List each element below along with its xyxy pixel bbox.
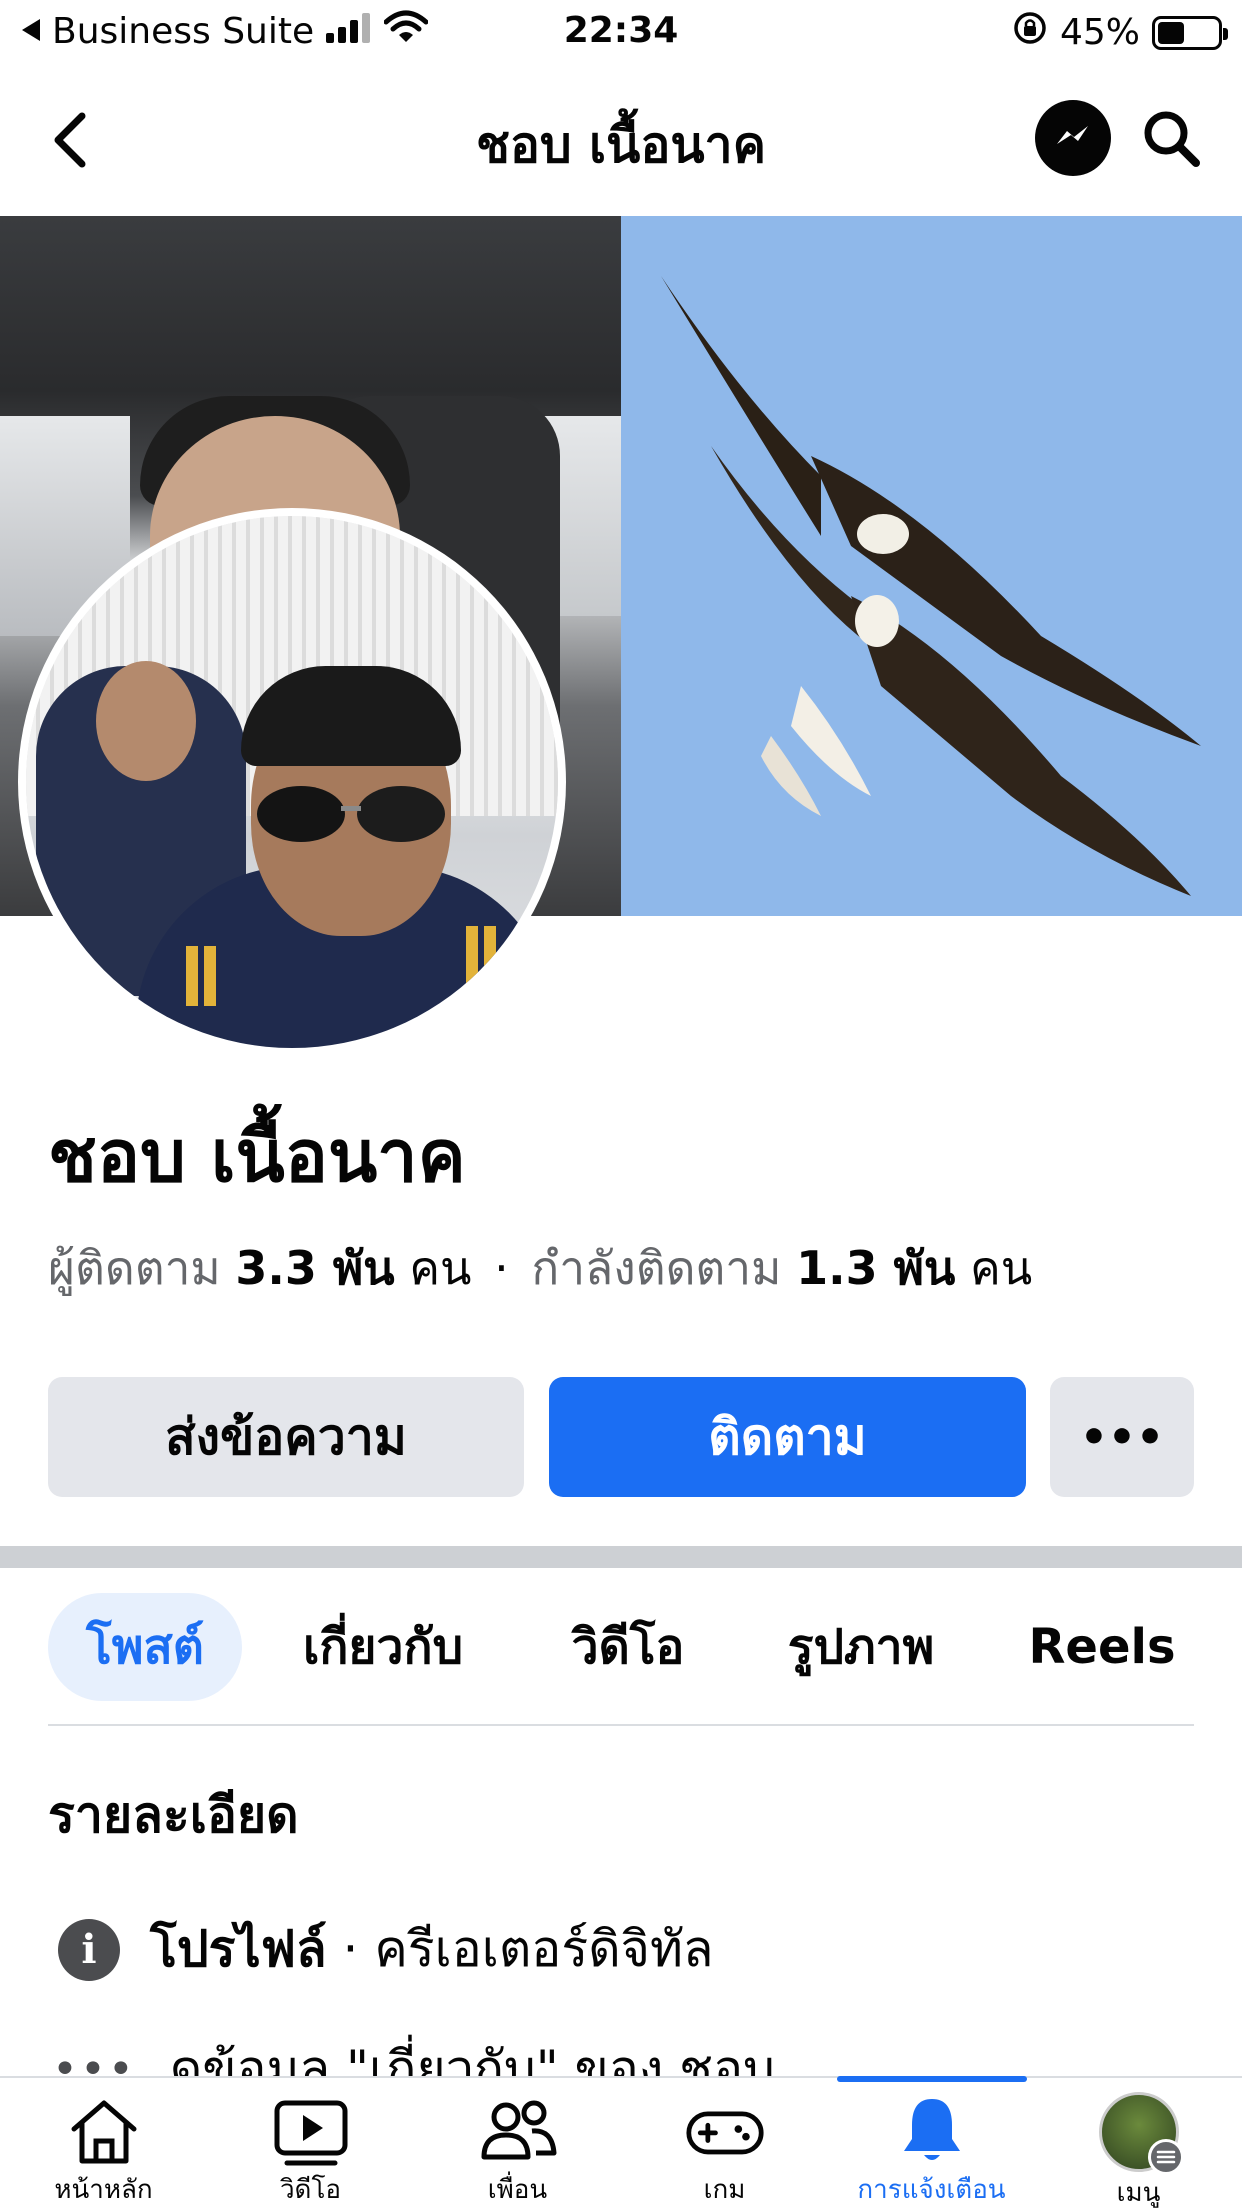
followers-summary[interactable]: ผู้ติดตาม 3.3 พัน คน · กำลังติดตาม 1.3 พ… (48, 1232, 1032, 1305)
followers-separator: · (494, 1241, 509, 1295)
details-heading: รายละเอียด (48, 1786, 299, 1844)
tab-about[interactable]: เกี่ยวกับ (283, 1593, 483, 1701)
follow-button[interactable]: ติดตาม (549, 1377, 1026, 1497)
battery-icon (1152, 15, 1228, 50)
info-icon: i (58, 1918, 120, 1981)
tabbar-video-label: วิดีโอ (279, 2175, 342, 2205)
tabbar-notifications[interactable]: การแจ้งเตือน (828, 2078, 1035, 2208)
tabbar-gaming[interactable]: เกม (621, 2078, 828, 2208)
following-unit: คน (970, 1241, 1033, 1295)
tabbar-friends[interactable]: เพื่อน (414, 2078, 621, 2208)
tabbar-home[interactable]: หน้าหลัก (0, 2078, 207, 2208)
profile-category-separator: · (326, 1920, 375, 1978)
profile-avatar[interactable] (18, 508, 566, 1056)
search-icon (1144, 111, 1200, 167)
tab-posts[interactable]: โพสต์ (48, 1593, 242, 1701)
tabbar-friends-label: เพื่อน (487, 2175, 548, 2205)
following-label: กำลังติดตาม (531, 1241, 782, 1295)
tabbar-gaming-label: เกม (703, 2175, 746, 2205)
profile-label: โปรไฟล์ (150, 1920, 327, 1978)
cover-eagles-photo (621, 216, 1242, 916)
tabbar-menu-label: เมนู (1116, 2178, 1161, 2208)
nav-bar: ชอบ เนื้อนาค (0, 64, 1242, 216)
menu-avatar-wrap (1098, 2092, 1184, 2175)
profile-name: ชอบ เนื้อนาค (48, 1114, 466, 1198)
status-bar: Business Suite 22:34 45% (0, 0, 1242, 64)
battery-fill (1158, 21, 1185, 44)
tabbar-home-label: หน้าหลัก (54, 2175, 153, 2205)
tab-reels[interactable]: Reels (1010, 1593, 1194, 1701)
profile-category-text: โปรไฟล์ · ครีเอเตอร์ดิจิทัล (150, 1910, 714, 1989)
profile-tabs: โพสต์ เกี่ยวกับ วิดีโอ รูปภาพ Reels (48, 1593, 1194, 1701)
gaming-icon (685, 2094, 765, 2167)
tabbar-notifications-label: การแจ้งเตือน (857, 2175, 1006, 2205)
friends-icon (478, 2094, 558, 2167)
tabbar-video[interactable]: วิดีโอ (207, 2078, 414, 2208)
tabs-divider (48, 1724, 1194, 1726)
messenger-button[interactable] (1035, 100, 1111, 176)
menu-hamburger-icon (1147, 2139, 1184, 2175)
section-divider (0, 1546, 1242, 1568)
menu-avatar (1098, 2092, 1184, 2175)
rotation-lock-icon (1012, 10, 1048, 55)
tab-photos[interactable]: รูปภาพ (761, 1593, 961, 1701)
battery-percent: 45% (1059, 12, 1140, 53)
followers-label: ผู้ติดตาม (48, 1241, 221, 1295)
bottom-tab-bar: หน้าหลัก วิดีโอ เพื่อน เกม การแจ้งเตือน … (0, 2076, 1242, 2208)
profile-category: ครีเอเตอร์ดิจิทัล (374, 1920, 714, 1978)
avatar-photo (26, 516, 558, 1048)
followers-count: 3.3 พัน (235, 1241, 395, 1295)
search-button[interactable] (1135, 102, 1207, 174)
message-button[interactable]: ส่งข้อความ (48, 1377, 524, 1497)
video-icon (271, 2094, 351, 2167)
status-right: 45% (1012, 10, 1228, 55)
bell-icon (892, 2094, 972, 2167)
profile-category-row: i โปรไฟล์ · ครีเอเตอร์ดิจิทัล (58, 1910, 714, 1989)
more-options-button[interactable]: ••• (1050, 1377, 1194, 1497)
messenger-icon (1057, 126, 1088, 144)
tab-videos[interactable]: วิดีโอ (548, 1593, 708, 1701)
home-icon (64, 2094, 144, 2167)
followers-unit: คน (409, 1241, 472, 1295)
tabbar-menu[interactable]: เมนู (1035, 2078, 1242, 2208)
following-count: 1.3 พัน (796, 1241, 956, 1295)
